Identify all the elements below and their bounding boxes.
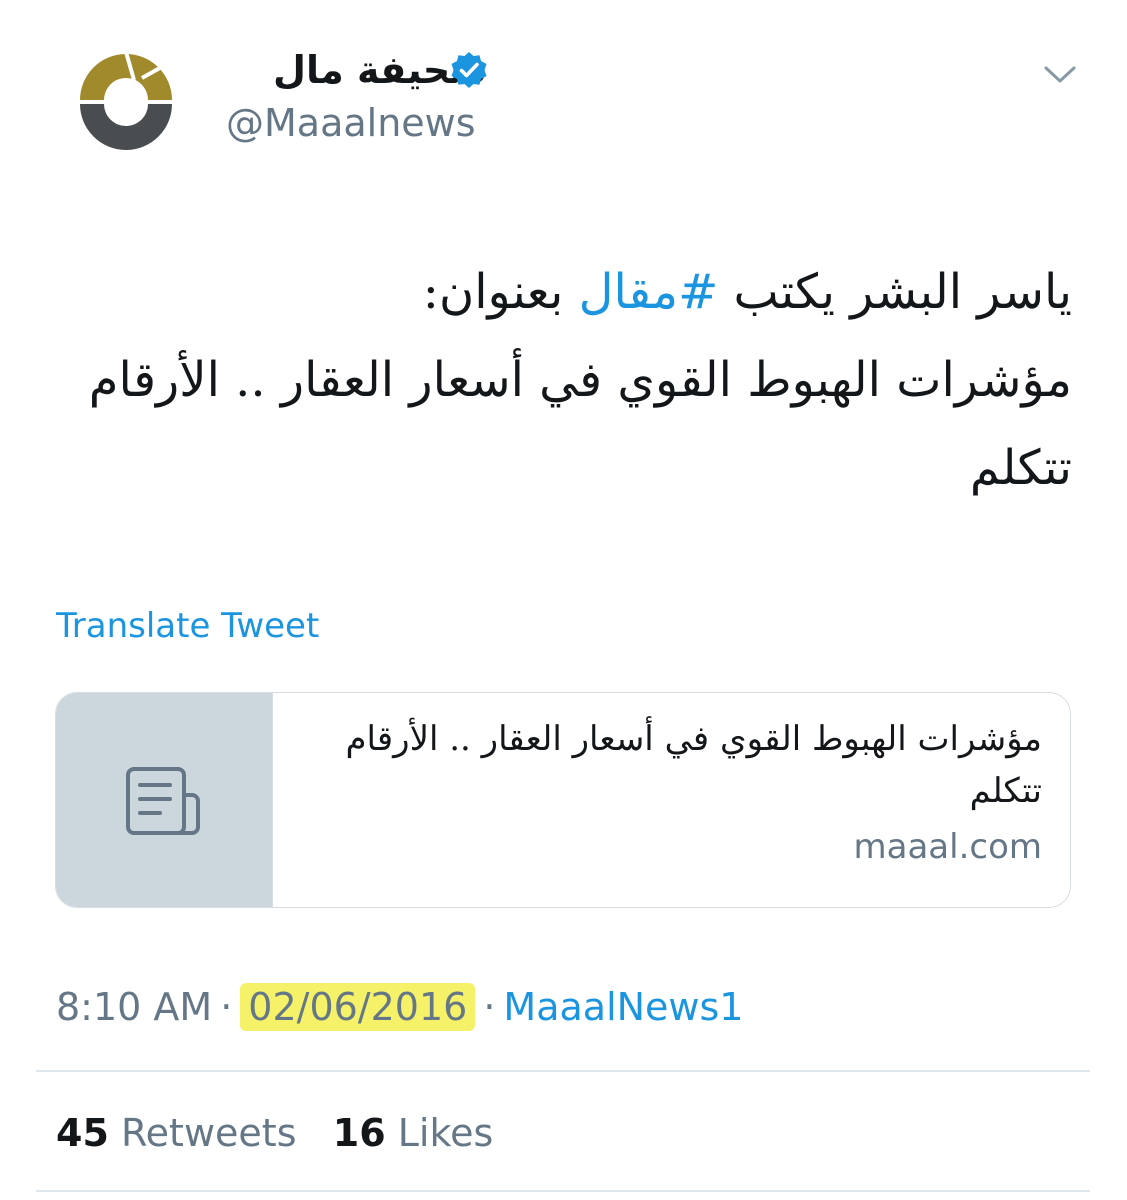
tweet-text-prefix: ياسر البشر يكتب [718, 264, 1072, 320]
tweet-time[interactable]: 8:10 AM [56, 985, 212, 1029]
retweets-label: Retweets [120, 1111, 297, 1155]
divider [36, 1070, 1090, 1072]
tweet-text-suffix: بعنوان: [422, 264, 579, 320]
card-domain: maaal.com [853, 827, 1043, 867]
tweet-detail: صحيفة مال @Maaalnews ياسر البشر يكتب #مق… [0, 0, 1127, 1200]
tweet-text-line-2: مؤشرات الهبوط القوي في أسعار العقار .. ا… [88, 352, 1072, 408]
tweet-meta: 8:10 AM · 02/06/2016 · MaaalNews1 [56, 982, 743, 1032]
meta-separator: · [220, 985, 233, 1029]
tweet-date[interactable]: 02/06/2016 [240, 983, 476, 1031]
card-thumbnail [56, 693, 273, 907]
likes-stat[interactable]: 16 Likes [333, 1111, 494, 1155]
maaal-logo-icon[interactable] [74, 51, 178, 152]
author-handle[interactable]: @Maaalnews [226, 100, 476, 146]
tweet-stats: 45 Retweets 16 Likes [56, 1108, 493, 1158]
meta-separator: · [483, 985, 496, 1029]
chevron-down-icon[interactable] [1040, 58, 1080, 90]
tweet-source-link[interactable]: MaaalNews1 [503, 985, 743, 1029]
card-title: مؤشرات الهبوط القوي في أسعار العقار .. ا… [345, 719, 1043, 811]
card-body: مؤشرات الهبوط القوي في أسعار العقار .. ا… [302, 713, 1043, 877]
tweet-text-line-3: تتكلم [969, 440, 1072, 496]
tweet-text: ياسر البشر يكتب #مقال بعنوان: مؤشرات اله… [42, 248, 1072, 512]
likes-label: Likes [397, 1111, 494, 1155]
retweets-count: 45 [56, 1111, 109, 1155]
tweet-text-line-1: ياسر البشر يكتب #مقال بعنوان: [42, 248, 1072, 336]
link-preview-card[interactable]: مؤشرات الهبوط القوي في أسعار العقار .. ا… [55, 692, 1071, 908]
retweets-stat[interactable]: 45 Retweets [56, 1111, 297, 1155]
likes-count: 16 [332, 1111, 386, 1155]
article-icon [126, 767, 200, 835]
divider [36, 1190, 1090, 1192]
translate-tweet-link[interactable]: Translate Tweet [56, 604, 319, 648]
verified-badge-icon [449, 50, 489, 90]
hashtag-link[interactable]: #مقال [579, 264, 719, 320]
